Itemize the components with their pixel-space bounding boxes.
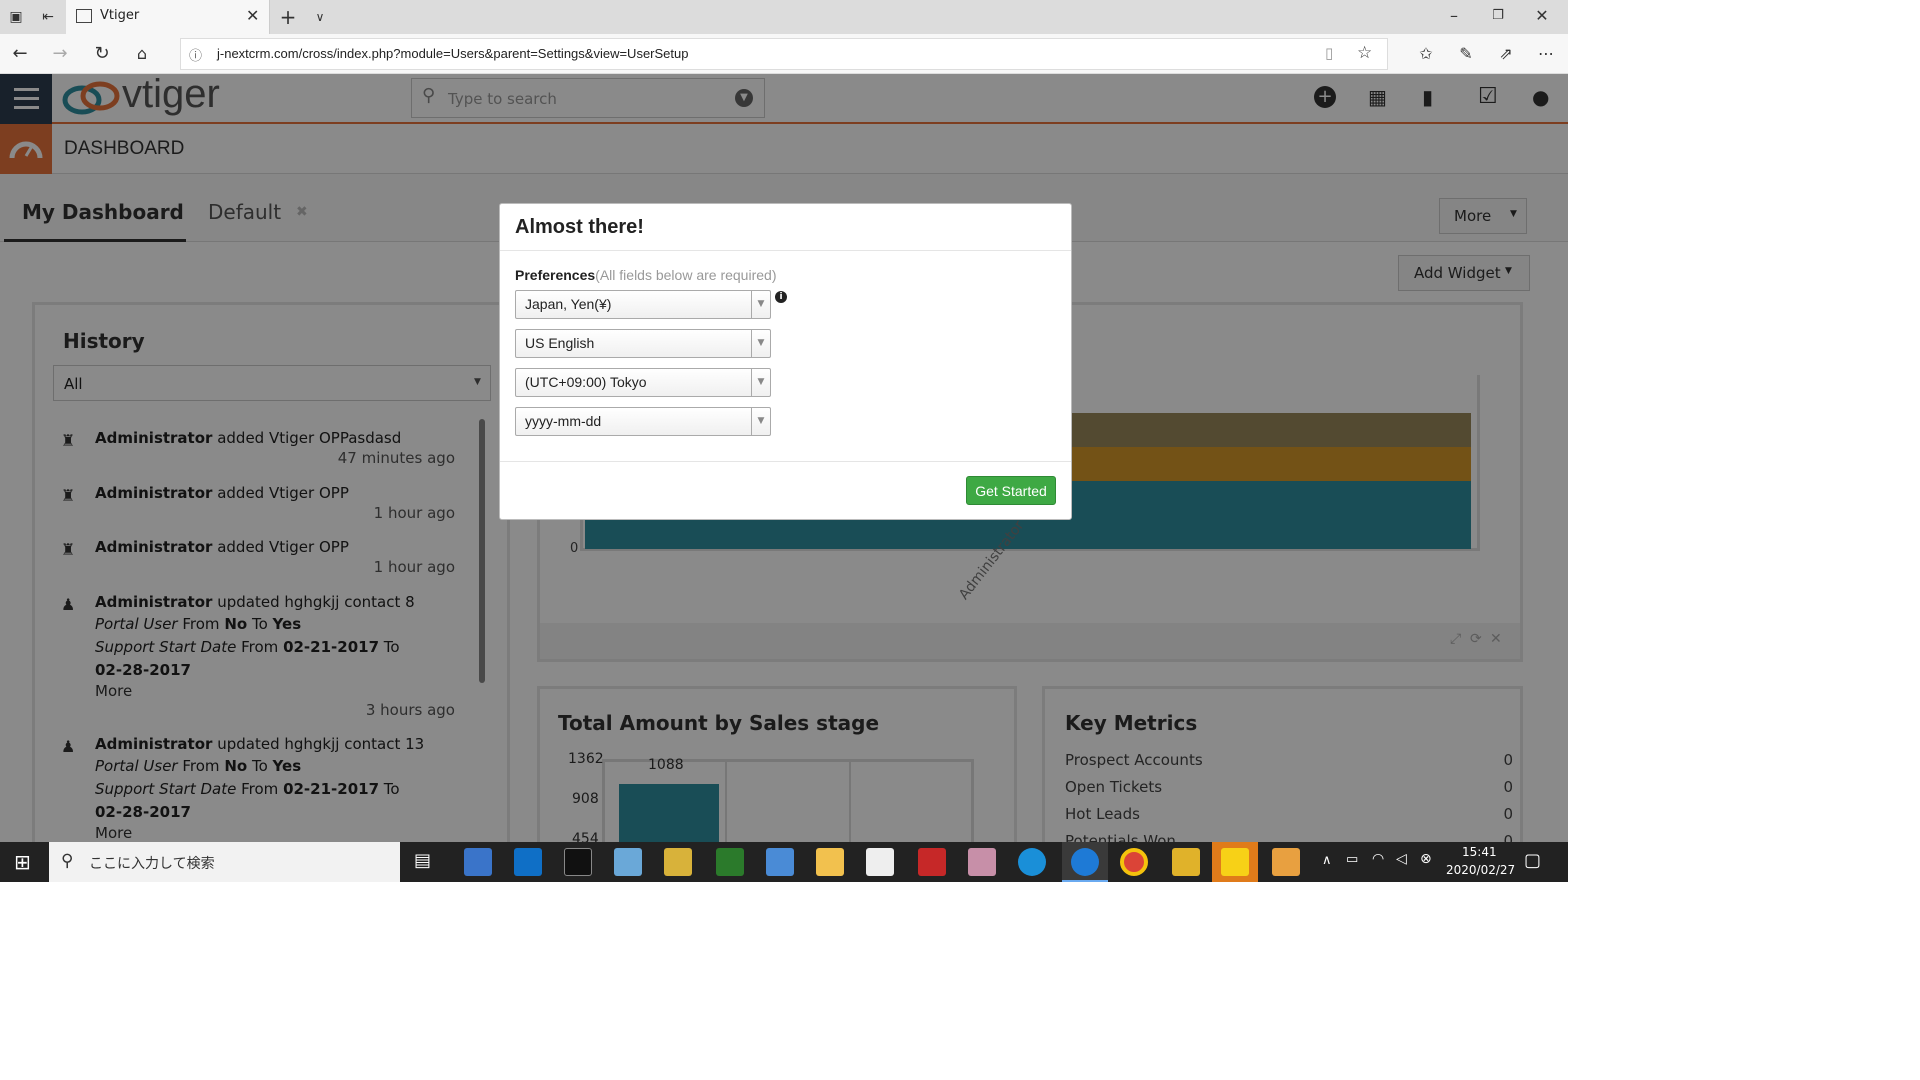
info-icon[interactable]: ⓘ <box>189 45 202 64</box>
timezone-select[interactable]: (UTC+09:00) Tokyo ▼ <box>515 368 771 397</box>
currency-select[interactable]: Japan, Yen(¥) ▼ <box>515 290 771 319</box>
preferences-label: Preferences <box>515 267 596 283</box>
restore-icon[interactable]: ❐ <box>1486 4 1510 28</box>
remote-desktop-icon[interactable] <box>464 848 492 876</box>
text-editor-icon[interactable] <box>1172 848 1200 876</box>
tray-chevron-icon[interactable]: ∧ <box>1322 853 1332 868</box>
snipping-icon[interactable] <box>968 848 996 876</box>
modal-title: Almost there! <box>515 216 644 238</box>
windows-start-icon[interactable]: ⊞ <box>14 850 31 874</box>
back-icon[interactable]: ← <box>8 42 32 66</box>
notifications-icon[interactable]: ▢ <box>1524 850 1541 871</box>
chrome-icon[interactable] <box>1120 848 1148 876</box>
search-icon: ⚲ <box>61 851 74 871</box>
favorites-icon[interactable]: ✩ <box>1414 42 1438 66</box>
select-value: Japan, Yen(¥) <box>525 296 612 312</box>
select-value: US English <box>525 335 595 351</box>
home-icon[interactable]: ⌂ <box>130 42 154 66</box>
tab-actions-icon[interactable]: ▣ <box>4 5 28 29</box>
url-field[interactable]: ⓘ j-nextcrm.com/cross/index.php?module=U… <box>180 38 1388 70</box>
browser-tab[interactable]: Vtiger ✕ <box>66 0 270 34</box>
task-view-icon[interactable]: ▤ <box>414 850 431 871</box>
address-bar: ← → ↻ ⌂ ⓘ j-nextcrm.com/cross/index.php?… <box>0 34 1568 74</box>
network-icon[interactable] <box>766 848 794 876</box>
page-icon <box>76 9 92 23</box>
close-window-icon[interactable]: ✕ <box>1530 4 1554 28</box>
tools-icon[interactable] <box>664 848 692 876</box>
caret-down-icon: ▼ <box>751 369 770 396</box>
button-label: Get Started <box>975 483 1047 499</box>
file-explorer-icon[interactable] <box>816 848 844 876</box>
new-tab-icon[interactable]: + <box>276 5 300 29</box>
internet-explorer-icon[interactable] <box>1018 848 1046 876</box>
share-icon[interactable]: ⇗ <box>1494 42 1518 66</box>
divider <box>500 461 1071 462</box>
battery-icon[interactable]: ▭ <box>1346 852 1358 867</box>
browser-tab-bar: ▣ ⇤ Vtiger ✕ + ∨ – ❐ ✕ <box>0 0 1568 34</box>
date-format-select[interactable]: yyyy-mm-dd ▼ <box>515 407 771 436</box>
url-text: j-nextcrm.com/cross/index.php?module=Use… <box>217 46 689 61</box>
search-placeholder: ここに入力して検索 <box>89 856 215 872</box>
divider <box>500 250 1071 251</box>
select-value: (UTC+09:00) Tokyo <box>525 374 647 390</box>
wifi-icon[interactable]: ◠ <box>1372 851 1384 867</box>
filezilla-icon[interactable] <box>918 848 946 876</box>
ime-icon[interactable]: ⊗ <box>1420 851 1432 867</box>
notepad-icon[interactable] <box>866 848 894 876</box>
taskbar-search-input[interactable]: ⚲ ここに入力して検索 <box>49 842 400 882</box>
windows-taskbar: ⊞ ⚲ ここに入力して検索 ▤ ∧ ▭ ◠ ◁ ⊗ 15:41 2020/02/… <box>0 842 1568 882</box>
sticky-notes-taskbar-item[interactable] <box>1212 842 1258 882</box>
more-icon[interactable]: ⋯ <box>1534 42 1558 66</box>
clock-date[interactable]: 2020/02/27 <box>1446 863 1515 877</box>
caret-down-icon: ▼ <box>751 291 770 318</box>
required-note: (All fields below are required) <box>595 267 777 283</box>
volume-muted-icon[interactable]: ◁ <box>1396 851 1407 867</box>
user-setup-modal: Almost there! Preferences(All fields bel… <box>499 203 1072 520</box>
info-icon[interactable]: i <box>775 291 787 303</box>
select-value: yyyy-mm-dd <box>525 413 602 429</box>
outlook-icon[interactable] <box>514 848 542 876</box>
refresh-icon[interactable]: ↻ <box>90 42 114 66</box>
sticky-notes-icon <box>1221 848 1249 876</box>
caret-down-icon: ▼ <box>751 408 770 435</box>
minimize-icon[interactable]: – <box>1442 4 1466 28</box>
reading-view-icon[interactable]: ▯ <box>1325 44 1333 62</box>
edge-taskbar-item[interactable] <box>1062 842 1108 882</box>
folder-app-icon[interactable] <box>1272 848 1300 876</box>
set-aside-tabs-icon[interactable]: ⇤ <box>36 5 60 29</box>
favorite-star-icon[interactable]: ☆ <box>1357 43 1372 63</box>
caret-down-icon: ▼ <box>751 330 770 357</box>
edge-icon <box>1071 848 1099 876</box>
terminal-icon[interactable] <box>564 848 592 876</box>
tab-title: Vtiger <box>100 8 140 23</box>
forward-icon[interactable]: → <box>48 42 72 66</box>
get-started-button[interactable]: Get Started <box>966 476 1056 505</box>
close-tab-icon[interactable]: ✕ <box>246 6 259 25</box>
language-select[interactable]: US English ▼ <box>515 329 771 358</box>
ftp-icon[interactable] <box>716 848 744 876</box>
paint-icon[interactable] <box>614 848 642 876</box>
pen-icon[interactable]: ✎ <box>1454 42 1478 66</box>
tab-list-chevron-icon[interactable]: ∨ <box>308 5 332 29</box>
clock-time[interactable]: 15:41 <box>1462 845 1497 859</box>
